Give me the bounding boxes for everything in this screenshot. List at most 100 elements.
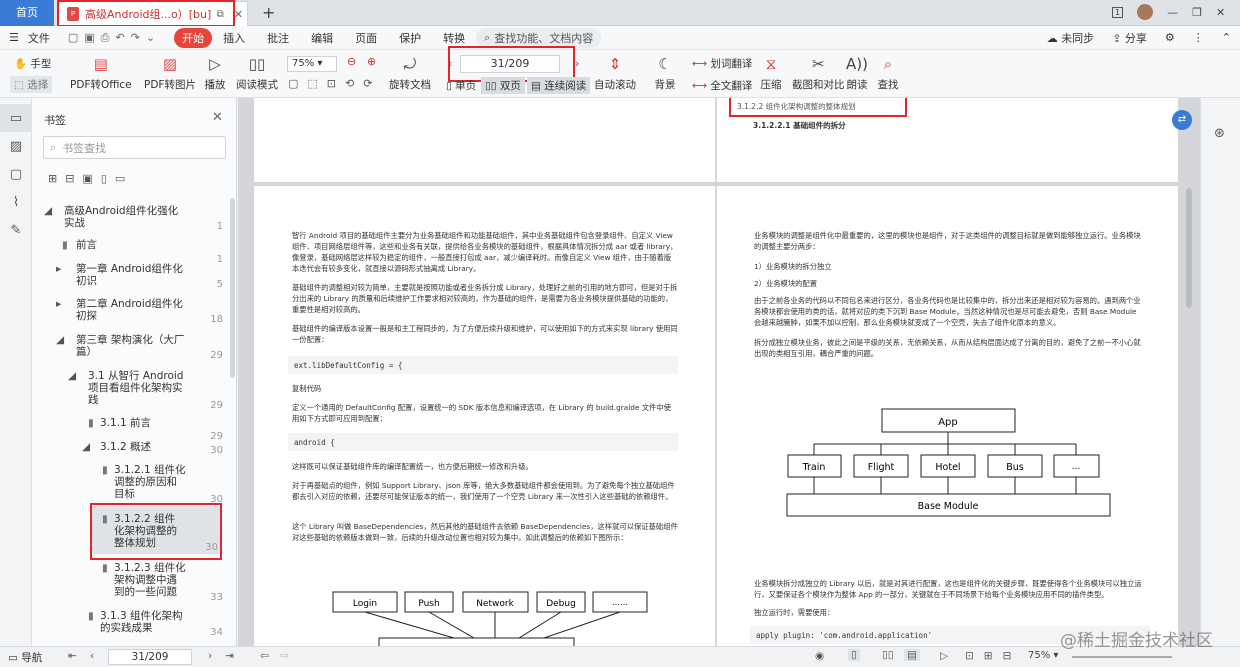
menu-insert[interactable]: 插入 — [212, 30, 256, 46]
more-icon[interactable]: ⋮ — [1184, 31, 1213, 44]
watermark: @稀土掘金技术社区 — [1060, 631, 1213, 651]
diagram-lines — [364, 611, 621, 646]
sync-status[interactable]: ☁ 未同步 — [1038, 30, 1104, 46]
word-translate-label: 划词翻译 — [710, 58, 753, 70]
full-translate-button[interactable]: ⟷ 全文翻译 — [692, 78, 752, 93]
function-search[interactable]: ⌕ 查找功能、文档内容 — [476, 27, 602, 48]
status-play-icon[interactable]: ▷ — [940, 650, 948, 662]
panel-scrollbar[interactable] — [230, 198, 235, 378]
double-page-button[interactable]: ▯▯ 双页 — [481, 77, 525, 94]
diagram-label: Login — [353, 599, 377, 609]
continuous-view-icon[interactable]: ▤ — [904, 649, 920, 661]
view-tools[interactable]: ▢⬚⊡⟲⟳ — [288, 77, 381, 90]
thumbnail-icon[interactable]: ▨ — [0, 132, 32, 160]
settings-icon[interactable]: ⚙ — [1156, 31, 1184, 44]
menu-file[interactable]: 文件 — [28, 30, 59, 46]
screenshot-compare-button[interactable]: ✂ 截图和对比 — [792, 54, 845, 92]
background-button[interactable]: ☾ 背景 — [654, 54, 676, 92]
zoom-out-icon[interactable]: ⊖ — [347, 55, 356, 68]
rotate-button[interactable]: ⤾ 旋转文档 — [389, 54, 431, 92]
collapse-icon[interactable]: ⌃ — [1213, 31, 1240, 44]
menu-start[interactable]: 开始 — [174, 27, 213, 48]
hand-tool[interactable]: ✋ 手型 — [14, 56, 51, 71]
next-page-icon[interactable]: › — [575, 57, 579, 70]
status-zoom[interactable]: 75% ▾ — [1028, 650, 1058, 661]
menu-page[interactable]: 页面 — [344, 30, 388, 46]
page-right: 业务模块的调整是组件化中最重要的，这里的模块也是组件，对于这类组件的调整目标就是… — [717, 186, 1178, 646]
fit-icons[interactable]: ⊡⊞⊟ — [965, 650, 1021, 662]
find-button[interactable]: ⌕ 查找 — [877, 54, 899, 92]
bookmark-icon: ▮ — [88, 610, 94, 622]
status-next-icon[interactable]: › — [208, 650, 212, 662]
first-page-icon[interactable]: ⇤ — [68, 650, 77, 662]
highlight-heading — [729, 98, 907, 117]
bookmark-rail-icon[interactable]: ▭ — [0, 104, 32, 132]
share-button[interactable]: ⇪ 分享 — [1103, 30, 1156, 46]
diagram-box-more: …… — [592, 591, 648, 613]
comment-icon[interactable]: ▢ — [0, 160, 32, 188]
bookmark-page-num: 18 — [210, 314, 223, 325]
tab-bar: 首页 P 高级Android组...o）[bu].pdf ⧉ ✕ + 1 — ❐… — [0, 0, 1240, 27]
zoom-select[interactable]: 75% ▾ — [287, 56, 337, 72]
select-tool[interactable]: ⬚ 选择 — [10, 76, 53, 93]
word-translate-button[interactable]: ⟷ 划词翻译 — [692, 56, 752, 71]
diagram-box-debug: Debug — [536, 591, 586, 613]
diagram-label: …… — [612, 598, 628, 607]
ai-search-icon[interactable]: ⊛ — [1214, 126, 1225, 141]
eye-icon[interactable]: ◉ — [815, 650, 824, 662]
auto-scroll-button[interactable]: ⇕ 自动滚动 — [594, 54, 636, 92]
forward-icon[interactable]: ⇨ — [280, 650, 289, 662]
new-tab-icon[interactable]: + — [262, 3, 275, 22]
menu-toolbar-icons[interactable]: ▢▣⎙↶↷⌄ — [59, 31, 170, 45]
menu-edit[interactable]: 编辑 — [300, 30, 344, 46]
avatar[interactable] — [1137, 4, 1154, 20]
last-page-icon[interactable]: ⇥ — [225, 650, 234, 662]
continuous-read-button[interactable]: ▤ 连续阅读 — [527, 77, 591, 94]
tab-home[interactable]: 首页 — [0, 0, 54, 26]
menu-annotate[interactable]: 批注 — [256, 30, 300, 46]
read-aloud-button[interactable]: A)) 朗读 — [846, 54, 868, 92]
minimize-icon[interactable]: — — [1167, 6, 1178, 19]
signature-icon[interactable]: ✎ — [0, 216, 32, 244]
paragraph: 智行 Android 项目的基础组件主要分为业务基础组件和功能基础组件，其中业务… — [292, 231, 678, 273]
function-search-label: 查找功能、文档内容 — [494, 31, 594, 45]
page-layout-icon[interactable]: 1 — [1112, 6, 1124, 18]
double-view-icon[interactable]: ▯▯ — [882, 649, 894, 661]
menu-convert[interactable]: 转换 — [432, 30, 476, 46]
maximize-icon[interactable]: ❐ — [1192, 6, 1202, 19]
pdf-to-image-button[interactable]: ▨ PDF转图片 — [144, 54, 196, 92]
status-page-input[interactable]: 31/209 — [108, 649, 192, 665]
status-prev-icon[interactable]: ‹ — [90, 650, 94, 662]
pdf-to-office-button[interactable]: ▤ PDF转Office — [70, 54, 132, 92]
navigation-toggle[interactable]: ▭ 导航 — [8, 650, 42, 665]
diagram-label: Push — [418, 599, 439, 609]
auto-scroll-label: 自动滚动 — [594, 79, 636, 91]
read-mode-button[interactable]: ▯▯ 阅读模式 — [236, 54, 278, 92]
back-icon[interactable]: ⇦ — [260, 650, 269, 662]
zoom-slider[interactable] — [1072, 656, 1172, 658]
close-window-icon[interactable]: ✕ — [1216, 6, 1225, 19]
pdf-to-office-label: PDF转Office — [70, 79, 132, 91]
scissors-icon: ✂ — [811, 55, 825, 73]
single-page-button[interactable]: ▯ 单页 — [446, 78, 476, 93]
menu-protect[interactable]: 保护 — [388, 30, 432, 46]
document-view[interactable]: 3.1.2.2 组件化架构调整的整体规划 3.1.2.2.1 基础组件的拆分 智… — [238, 98, 1200, 646]
hand-tool-label: 手型 — [30, 58, 52, 70]
menu-icon[interactable]: ☰ — [0, 31, 28, 44]
attachment-icon[interactable]: ⌇ — [0, 188, 32, 216]
diagram-label: Network — [476, 599, 514, 609]
panel-close-icon[interactable]: ✕ — [212, 110, 223, 125]
document-scrollbar[interactable] — [1186, 188, 1192, 308]
bookmark-tools[interactable]: ⊞⊟▣▯▭ — [48, 172, 133, 185]
page-top-left — [254, 98, 715, 182]
single-view-icon[interactable]: ▯ — [848, 649, 860, 661]
paragraph: 独立运行时，需要使用： — [754, 608, 835, 617]
translate-float-icon[interactable]: ⇄ — [1172, 110, 1192, 130]
compress-button[interactable]: ⧖ 压缩 — [760, 54, 782, 92]
paragraph: 拆分成独立模块业务，彼此之间是平级的关系，无依赖关系，从而从结构层面达成了分离的… — [754, 338, 1141, 358]
diagram-label: Bus — [1006, 462, 1024, 473]
play-button[interactable]: ▷ 播放 — [204, 54, 226, 92]
diagram-box-flight: Flight — [853, 454, 909, 478]
bookmark-search[interactable]: ⌕ 书签查找 — [43, 136, 226, 159]
zoom-in-icon[interactable]: ⊕ — [367, 55, 376, 68]
